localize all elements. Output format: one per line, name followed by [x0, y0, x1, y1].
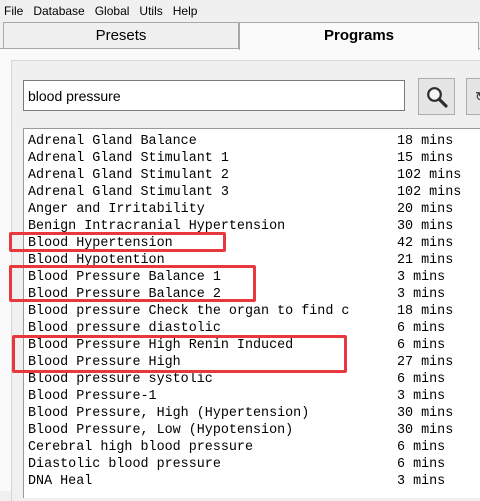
- program-name: Anger and Irritability: [28, 202, 205, 217]
- program-duration: 3 mins: [397, 474, 446, 489]
- program-row[interactable]: Blood Pressure, Low (Hypotension) 30 mins: [28, 422, 480, 439]
- program-row[interactable]: Blood pressure systolic 6 mins: [28, 371, 480, 388]
- highlight-box: [9, 265, 256, 302]
- program-row[interactable]: Blood Pressure-1 3 mins: [28, 388, 480, 405]
- tab-programs[interactable]: Programs: [239, 22, 479, 50]
- search-input[interactable]: [23, 80, 405, 111]
- program-duration: 20 mins: [397, 202, 454, 217]
- program-duration: 102 mins: [397, 185, 462, 200]
- program-name: Adrenal Gland Stimulant 3: [28, 185, 229, 200]
- program-name: Diastolic blood pressure: [28, 457, 221, 472]
- menu-file[interactable]: File: [0, 0, 28, 22]
- program-duration: 3 mins: [397, 389, 446, 404]
- program-duration: 6 mins: [397, 440, 446, 455]
- menu-database[interactable]: Database: [28, 0, 89, 22]
- program-duration: 30 mins: [397, 406, 454, 421]
- program-row[interactable]: Blood Pressure, High (Hypertension) 30 mi…: [28, 405, 480, 422]
- menu-utils[interactable]: Utils: [134, 0, 167, 22]
- menu-bar: File Database Global Utils Help: [0, 0, 480, 22]
- program-duration: 30 mins: [397, 219, 454, 234]
- program-row[interactable]: Anger and Irritability 20 mins: [28, 201, 480, 218]
- highlight-box: [9, 232, 226, 252]
- program-name: Cerebral high blood pressure: [28, 440, 253, 455]
- program-duration: 42 mins: [397, 236, 454, 251]
- clear-button[interactable]: ↻: [466, 78, 480, 115]
- program-name: Adrenal Gland Balance: [28, 134, 197, 149]
- program-duration: 21 mins: [397, 253, 454, 268]
- program-duration: 102 mins: [397, 168, 462, 183]
- program-row[interactable]: Adrenal Gland Stimulant 2 102 mins: [28, 167, 480, 184]
- program-duration: 27 mins: [397, 355, 454, 370]
- program-row[interactable]: Cerebral high blood pressure 6 mins: [28, 439, 480, 456]
- program-row[interactable]: DNA Heal 3 mins: [28, 473, 480, 490]
- program-name: Blood pressure systolic: [28, 372, 213, 387]
- program-row[interactable]: Blood pressure Check the organ to find c…: [28, 303, 480, 320]
- program-row[interactable]: Adrenal Gland Stimulant 3 102 mins: [28, 184, 480, 201]
- program-duration: 30 mins: [397, 423, 454, 438]
- program-name: Adrenal Gland Stimulant 2: [28, 168, 229, 183]
- program-duration: 6 mins: [397, 321, 446, 336]
- program-list[interactable]: Adrenal Gland Balance 18 mins Adrenal Glan…: [23, 128, 480, 498]
- menu-help[interactable]: Help: [168, 0, 203, 22]
- program-name: Blood pressure Check the organ to find c: [28, 304, 350, 319]
- search-icon: [426, 86, 448, 108]
- menu-global[interactable]: Global: [90, 0, 135, 22]
- program-duration: 6 mins: [397, 372, 446, 387]
- highlight-box: [12, 335, 347, 373]
- program-name: Blood Pressure-1: [28, 389, 157, 404]
- clear-icon: ↻: [475, 89, 480, 105]
- program-duration: 18 mins: [397, 304, 454, 319]
- program-duration: 6 mins: [397, 338, 446, 353]
- program-name: Blood Pressure, Low (Hypotension): [28, 423, 294, 438]
- tab-strip: Presets Programs: [0, 22, 480, 50]
- program-name: Adrenal Gland Stimulant 1: [28, 151, 229, 166]
- program-row[interactable]: Adrenal Gland Stimulant 1 15 mins: [28, 150, 480, 167]
- program-duration: 18 mins: [397, 134, 454, 149]
- search-button[interactable]: [418, 78, 455, 115]
- tab-presets[interactable]: Presets: [3, 22, 239, 48]
- program-duration: 3 mins: [397, 270, 446, 285]
- program-name: Blood Pressure, High (Hypertension): [28, 406, 310, 421]
- program-row[interactable]: Diastolic blood pressure 6 mins: [28, 456, 480, 473]
- program-row[interactable]: Adrenal Gland Balance 18 mins: [28, 133, 480, 150]
- program-duration: 15 mins: [397, 151, 454, 166]
- program-name: DNA Heal: [28, 474, 93, 489]
- program-duration: 3 mins: [397, 287, 446, 302]
- program-duration: 6 mins: [397, 457, 446, 472]
